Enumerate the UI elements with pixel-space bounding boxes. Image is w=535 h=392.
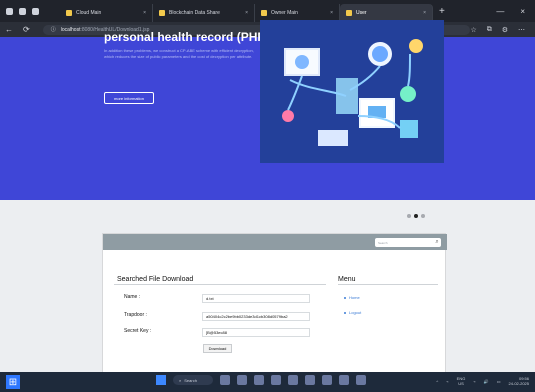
favicon-icon — [261, 10, 267, 16]
more-information-button[interactable]: more information — [104, 92, 154, 104]
language-indicator[interactable]: ENG US — [457, 376, 466, 386]
minimize-icon[interactable]: — — [496, 7, 504, 16]
window-controls: — × — [496, 7, 535, 16]
close-window-icon[interactable]: × — [520, 7, 525, 16]
carousel-dots — [407, 214, 425, 218]
search-icon[interactable]: ⌕ — [433, 239, 441, 246]
favicon-icon — [346, 10, 352, 16]
tab-cloud-main[interactable]: Cloud Main × — [60, 4, 153, 22]
illustration-icon — [260, 20, 444, 163]
panel-header: Search ⌕ — [103, 234, 447, 250]
browser-tabbar: Cloud Main × Blockchain Data Share × Own… — [0, 0, 535, 22]
wifi-icon[interactable]: ⌁ — [473, 379, 475, 384]
tab-actions-icon[interactable] — [32, 7, 39, 15]
carousel-dot[interactable] — [421, 214, 425, 218]
windows-icon[interactable] — [156, 375, 166, 385]
search-icon: ⌕ — [179, 377, 182, 383]
app-icon[interactable] — [288, 375, 298, 385]
trapdoor-label: Trapdoor : — [124, 312, 147, 318]
trapdoor-field[interactable]: a50404c2c2be9bb0233de3d1cb308d0579ba2 — [202, 312, 310, 321]
network-icon[interactable]: ⌁ — [446, 379, 448, 384]
taskbar-center: ⌕ Search — [156, 375, 366, 385]
carousel-dot[interactable] — [407, 214, 411, 218]
volume-icon[interactable]: 🔊 — [484, 379, 489, 384]
address-actions: ☆ ⧉ ⚙ ⋯ — [470, 26, 535, 34]
site-info-icon[interactable]: ⓘ — [51, 26, 56, 33]
new-tab-icon[interactable]: + — [439, 6, 445, 17]
hero-title: personal health record (PHR) — [104, 30, 271, 44]
secret-key-field[interactable]: [B@53ec88 — [202, 328, 310, 337]
system-tray: ^ ⌁ ENG US ⌁ 🔊 ▭ 09:56 24-02-2025 — [436, 376, 529, 386]
close-icon[interactable]: × — [423, 10, 426, 16]
hero-description: In addition these problems, we construct… — [104, 48, 254, 59]
download-panel: Search ⌕ — [102, 233, 447, 373]
taskbar: ⊞ ⌕ Search ^ ⌁ ENG US ⌁ 🔊 ▭ 09:56 24-02-… — [0, 372, 535, 392]
app-icon[interactable] — [339, 375, 349, 385]
download-button[interactable]: Download — [203, 344, 232, 353]
carousel-dot-active[interactable] — [414, 214, 418, 218]
bullet-icon — [344, 296, 346, 299]
more-icon[interactable]: ⋯ — [518, 26, 525, 34]
app-icon[interactable] — [322, 375, 332, 385]
menu-title: Menu — [338, 276, 356, 283]
close-icon[interactable]: × — [330, 10, 333, 16]
app-icon[interactable] — [254, 375, 264, 385]
name-label: Name : — [124, 294, 141, 300]
chevron-up-icon[interactable]: ^ — [436, 379, 438, 384]
back-icon[interactable]: ← — [0, 25, 18, 34]
extensions-icon[interactable]: ⧉ — [487, 26, 492, 34]
start-button[interactable]: ⊞ — [6, 375, 20, 389]
health-network-illustration — [260, 20, 444, 163]
secret-key-label: Secret Key : — [124, 328, 152, 334]
tab-blockchain-data-share[interactable]: Blockchain Data Share × — [153, 4, 255, 22]
profile-icon[interactable] — [19, 7, 26, 15]
favicon-icon — [66, 10, 72, 16]
app-icon[interactable] — [237, 375, 247, 385]
panel-title: Searched File Download — [117, 276, 194, 283]
menu-item-logout[interactable]: Logout — [344, 310, 361, 315]
taskbar-search[interactable]: ⌕ Search — [173, 375, 213, 385]
clock[interactable]: 09:56 24-02-2025 — [509, 376, 529, 386]
close-icon[interactable]: × — [143, 10, 146, 16]
app-icon[interactable] — [305, 375, 315, 385]
favicon-icon — [159, 10, 165, 16]
window-icons — [0, 7, 60, 15]
name-field[interactable]: d.txt — [202, 294, 310, 303]
reload-icon[interactable]: ⟳ — [18, 25, 35, 34]
battery-icon[interactable]: ▭ — [497, 379, 501, 384]
title-divider — [114, 284, 326, 285]
app-icon[interactable] — [356, 375, 366, 385]
app-icon[interactable] — [220, 375, 230, 385]
search-bar[interactable]: Search ⌕ — [375, 238, 441, 247]
browser-menu-icon[interactable] — [6, 7, 13, 15]
bullet-icon — [344, 311, 346, 314]
settings-icon[interactable]: ⚙ — [502, 26, 508, 34]
menu-item-home[interactable]: Home — [344, 295, 360, 300]
bookmark-icon[interactable]: ☆ — [470, 26, 476, 34]
menu-divider — [338, 284, 438, 285]
app-icon[interactable] — [271, 375, 281, 385]
close-icon[interactable]: × — [245, 10, 248, 16]
